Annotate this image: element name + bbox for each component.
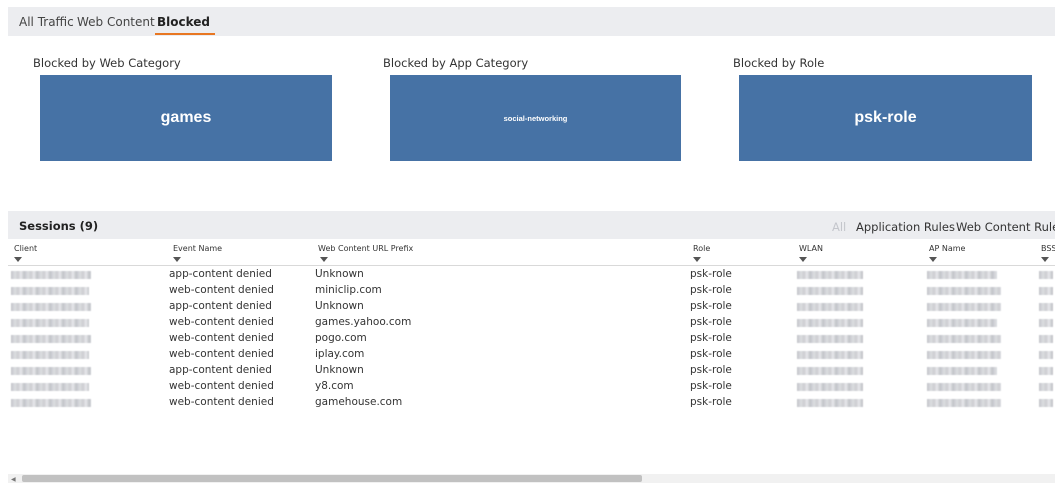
client-redacted: [11, 303, 91, 311]
traffic-tab-bar: All Traffic Web Content Blocked: [8, 7, 1055, 36]
filter-icon[interactable]: [929, 257, 937, 262]
web-category-card[interactable]: games: [40, 75, 332, 161]
scroll-left-arrow-icon[interactable]: ◀: [11, 476, 16, 483]
tab-all-traffic[interactable]: All Traffic: [19, 15, 74, 29]
wlan-redacted: [797, 271, 863, 279]
ap-name-redacted: [927, 335, 1001, 343]
sessions-header: Sessions (9) All Application Rules Web C…: [8, 211, 1055, 239]
ap-name-redacted: [927, 287, 1001, 295]
bss-redacted: [1039, 303, 1053, 311]
col-ap-name[interactable]: AP Name: [929, 244, 965, 253]
card-title-role: Blocked by Role: [733, 56, 825, 70]
url-prefix-cell: iplay.com: [315, 348, 365, 360]
wlan-redacted: [797, 383, 863, 391]
wlan-redacted: [797, 399, 863, 407]
filter-all[interactable]: All: [832, 220, 846, 234]
card-title-app-category: Blocked by App Category: [383, 56, 529, 70]
event-name-cell: web-content denied: [169, 316, 274, 328]
event-name-cell: web-content denied: [169, 332, 274, 344]
client-redacted: [11, 351, 89, 359]
filter-web-content-rules[interactable]: Web Content Rules: [956, 220, 1055, 234]
scrollbar-thumb[interactable]: [22, 475, 642, 482]
filter-icon[interactable]: [173, 257, 181, 262]
col-wlan[interactable]: WLAN: [799, 244, 823, 253]
event-name-cell: app-content denied: [169, 300, 272, 312]
tab-blocked[interactable]: Blocked: [154, 15, 216, 35]
url-prefix-cell: gamehouse.com: [315, 396, 403, 408]
event-name-cell: web-content denied: [169, 396, 274, 408]
role-cell: psk-role: [690, 380, 732, 392]
filter-icon[interactable]: [320, 257, 328, 262]
bss-redacted: [1039, 383, 1053, 391]
app-category-value: social-networking: [503, 113, 568, 123]
web-category-value: games: [160, 109, 212, 126]
url-prefix-cell: Unknown: [315, 364, 364, 376]
client-redacted: [11, 367, 91, 375]
client-redacted: [11, 287, 89, 295]
col-event-name[interactable]: Event Name: [173, 244, 222, 253]
filter-icon[interactable]: [693, 257, 701, 262]
wlan-redacted: [797, 335, 863, 343]
wlan-redacted: [797, 303, 863, 311]
role-cell: psk-role: [690, 300, 732, 312]
wlan-redacted: [797, 287, 863, 295]
client-redacted: [11, 271, 91, 279]
role-cell: psk-role: [690, 316, 732, 328]
role-card[interactable]: psk-role: [739, 75, 1032, 161]
col-client[interactable]: Client: [14, 244, 37, 253]
tab-web-content[interactable]: Web Content: [77, 15, 155, 29]
client-redacted: [11, 383, 89, 391]
client-redacted: [11, 335, 91, 343]
event-name-cell: app-content denied: [169, 364, 272, 376]
url-prefix-cell: miniclip.com: [315, 284, 382, 296]
ap-name-redacted: [927, 399, 1001, 407]
ap-name-redacted: [927, 351, 1001, 359]
role-cell: psk-role: [690, 284, 732, 296]
bss-redacted: [1039, 399, 1053, 407]
role-cell: psk-role: [690, 332, 732, 344]
ap-name-redacted: [927, 319, 997, 327]
url-prefix-cell: Unknown: [315, 300, 364, 312]
wlan-redacted: [797, 319, 863, 327]
filter-icon[interactable]: [1041, 257, 1049, 262]
bss-redacted: [1039, 367, 1053, 375]
col-bss[interactable]: BSS: [1041, 244, 1055, 253]
card-title-web-category: Blocked by Web Category: [33, 56, 181, 70]
role-value: psk-role: [854, 109, 917, 126]
bss-redacted: [1039, 335, 1053, 343]
bss-redacted: [1039, 351, 1053, 359]
url-prefix-cell: Unknown: [315, 268, 364, 280]
app-category-card[interactable]: social-networking: [390, 75, 681, 161]
client-redacted: [11, 319, 89, 327]
ap-name-redacted: [927, 367, 997, 375]
event-name-cell: web-content denied: [169, 284, 274, 296]
wlan-redacted: [797, 351, 863, 359]
wlan-redacted: [797, 367, 863, 375]
event-name-cell: web-content denied: [169, 380, 274, 392]
url-prefix-cell: pogo.com: [315, 332, 367, 344]
ap-name-redacted: [927, 303, 1001, 311]
col-url-prefix[interactable]: Web Content URL Prefix: [318, 244, 413, 253]
bss-redacted: [1039, 319, 1053, 327]
ap-name-redacted: [927, 271, 997, 279]
event-name-cell: app-content denied: [169, 268, 272, 280]
ap-name-redacted: [927, 383, 1001, 391]
col-role[interactable]: Role: [693, 244, 710, 253]
url-prefix-cell: y8.com: [315, 380, 354, 392]
role-cell: psk-role: [690, 396, 732, 408]
filter-icon[interactable]: [799, 257, 807, 262]
bss-redacted: [1039, 287, 1053, 295]
client-redacted: [11, 399, 91, 407]
filter-application-rules[interactable]: Application Rules: [856, 220, 955, 234]
role-cell: psk-role: [690, 268, 732, 280]
event-name-cell: web-content denied: [169, 348, 274, 360]
sessions-title: Sessions (9): [19, 219, 99, 233]
role-cell: psk-role: [690, 348, 732, 360]
role-cell: psk-role: [690, 364, 732, 376]
filter-icon[interactable]: [14, 257, 22, 262]
bss-redacted: [1039, 271, 1053, 279]
url-prefix-cell: games.yahoo.com: [315, 316, 412, 328]
header-divider: [8, 265, 1055, 266]
